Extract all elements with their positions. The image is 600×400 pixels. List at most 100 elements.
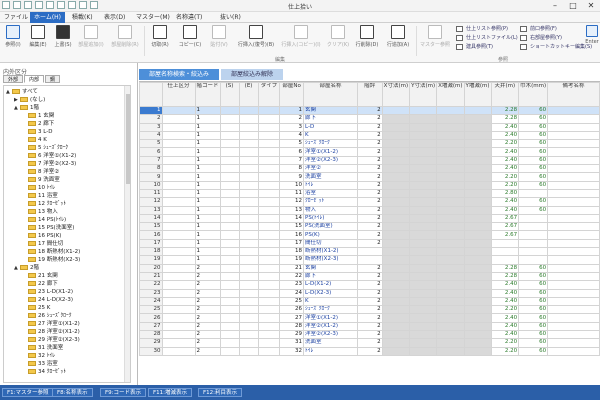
table-row[interactable]: 15 1 15 PS(洗面室) 2 2.67 <box>139 222 600 232</box>
table-cell[interactable]: 27 <box>139 321 163 332</box>
table-cell[interactable] <box>409 329 438 340</box>
menu-view[interactable]: 表示(D) <box>100 12 129 23</box>
table-cell[interactable]: 60 <box>518 130 549 141</box>
table-cell[interactable]: 2 <box>356 205 383 215</box>
table-cell[interactable]: 60 <box>518 338 549 348</box>
table-cell[interactable]: 2 <box>356 238 383 249</box>
table-cell[interactable] <box>257 263 281 273</box>
table-cell[interactable]: 23 <box>279 280 305 290</box>
table-cell[interactable]: 60 <box>518 313 549 323</box>
table-cell[interactable] <box>409 164 438 174</box>
table-cell[interactable] <box>238 321 259 332</box>
tree-node[interactable]: 31 洗面室 <box>22 344 63 352</box>
tree-node[interactable]: 5 ｼｭｰｽﾞｸﾛｰｸ <box>22 144 68 152</box>
table-cell[interactable] <box>409 338 438 348</box>
table-cell[interactable]: 60 <box>518 280 549 290</box>
table-cell[interactable]: 2 <box>356 305 383 315</box>
table-cell[interactable]: 洋室①(X1-2) <box>303 147 358 157</box>
table-cell[interactable] <box>219 213 240 224</box>
table-cell[interactable]: 60 <box>518 114 549 124</box>
table-cell[interactable]: 60 <box>518 155 549 166</box>
table-cell[interactable] <box>518 255 549 265</box>
table-cell[interactable] <box>381 188 411 199</box>
table-cell[interactable]: 1 <box>194 139 221 149</box>
clear-button[interactable]: クリア(K) <box>326 25 350 55</box>
table-cell[interactable] <box>381 271 411 282</box>
table-cell[interactable] <box>547 338 600 348</box>
table-cell[interactable] <box>463 139 492 149</box>
table-cell[interactable]: 29 <box>279 329 305 340</box>
table-cell[interactable] <box>161 313 196 323</box>
table-row[interactable]: 7 1 7 洋室②(X2-3) 2 2.40 60 <box>139 155 600 166</box>
table-cell[interactable] <box>547 321 600 332</box>
table-cell[interactable] <box>238 271 259 282</box>
table-cell[interactable]: 2 <box>194 329 221 340</box>
table-cell[interactable] <box>547 147 600 157</box>
table-cell[interactable]: 29 <box>139 338 163 348</box>
table-cell[interactable] <box>409 271 438 282</box>
table-cell[interactable]: 2 <box>356 155 383 166</box>
table-cell[interactable] <box>219 114 240 124</box>
table-cell[interactable] <box>381 222 411 232</box>
table-cell[interactable]: 1 <box>194 222 221 232</box>
table-cell[interactable] <box>547 255 600 265</box>
table-cell[interactable]: 60 <box>518 205 549 215</box>
table-cell[interactable]: 2 <box>194 288 221 298</box>
table-cell[interactable] <box>238 329 259 340</box>
table-cell[interactable] <box>219 329 240 340</box>
table-cell[interactable] <box>219 305 240 315</box>
table-cell[interactable]: 3 <box>279 122 305 132</box>
table-cell[interactable]: 60 <box>518 197 549 207</box>
table-cell[interactable] <box>547 188 600 199</box>
table-cell[interactable]: 2 <box>356 180 383 190</box>
table-cell[interactable] <box>547 238 600 249</box>
table-cell[interactable]: 17 <box>279 238 305 249</box>
table-cell[interactable]: PS(洗面室) <box>303 222 358 232</box>
table-cell[interactable]: 2.20 <box>490 172 520 182</box>
table-cell[interactable] <box>409 238 438 249</box>
table-cell[interactable]: 2.67 <box>490 213 520 224</box>
table-cell[interactable]: 7 <box>279 155 305 166</box>
table-cell[interactable] <box>257 247 281 257</box>
table-row[interactable]: 9 1 9 洗面室 2 2.20 60 <box>139 172 600 182</box>
table-cell[interactable]: 2 <box>356 122 383 132</box>
table-cell[interactable] <box>257 147 281 157</box>
table-cell[interactable]: 2 <box>356 172 383 182</box>
table-cell[interactable]: 60 <box>518 263 549 273</box>
table-cell[interactable] <box>219 130 240 141</box>
table-cell[interactable]: 24 <box>279 288 305 298</box>
table-cell[interactable] <box>381 105 411 116</box>
table-cell[interactable]: ｸﾛｰｾﾞｯﾄ <box>303 197 358 207</box>
table-cell[interactable]: 間仕切 <box>303 238 358 249</box>
table-cell[interactable]: 2.20 <box>490 338 520 348</box>
table-cell[interactable] <box>463 114 492 124</box>
table-cell[interactable] <box>238 197 259 207</box>
tree-node[interactable]: ▲ 2階 <box>14 264 39 272</box>
table-cell[interactable] <box>547 197 600 207</box>
table-cell[interactable] <box>238 139 259 149</box>
table-row[interactable]: 27 2 28 洋室②(X1-2) 2 2.40 60 <box>139 321 600 332</box>
table-cell[interactable] <box>381 321 411 332</box>
table-cell[interactable] <box>161 338 196 348</box>
table-cell[interactable]: 2.40 <box>490 164 520 174</box>
column-header[interactable]: Y寸法(m) <box>409 82 438 107</box>
column-header[interactable]: 部屋名称 <box>303 82 358 107</box>
table-cell[interactable] <box>238 222 259 232</box>
table-cell[interactable]: 60 <box>518 122 549 132</box>
table-cell[interactable] <box>463 346 492 356</box>
room-tree[interactable]: ▲ すべて ▶ (なし) ▲ 1階 1 玄関 2 廊下 3 L-D 4 K 5 ｼｭｰｽﾞｸﾛｰｸ 6… <box>3 85 131 383</box>
table-cell[interactable] <box>547 288 600 298</box>
table-cell[interactable] <box>161 271 196 282</box>
table-cell[interactable]: 2 <box>356 164 383 174</box>
table-cell[interactable] <box>161 213 196 224</box>
table-cell[interactable] <box>238 172 259 182</box>
table-cell[interactable]: 60 <box>518 296 549 307</box>
table-cell[interactable] <box>436 172 465 182</box>
table-cell[interactable]: 15 <box>139 222 163 232</box>
table-cell[interactable] <box>356 255 383 265</box>
table-cell[interactable]: 16 <box>139 230 163 240</box>
table-cell[interactable]: 洋室②(X1-2) <box>303 321 358 332</box>
table-cell[interactable]: L-D(X1-2) <box>303 280 358 290</box>
menu-file[interactable]: ファイル <box>0 12 32 23</box>
table-cell[interactable] <box>219 172 240 182</box>
